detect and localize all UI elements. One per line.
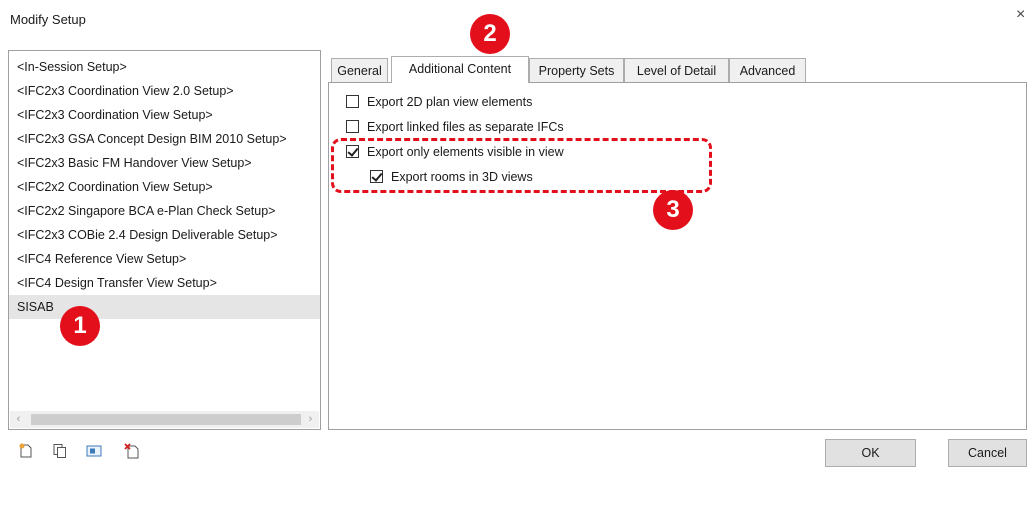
setup-list-item[interactable]: <IFC2x3 Coordination View 2.0 Setup> [9,79,320,103]
option-label: Export linked files as separate IFCs [367,120,564,134]
duplicate-setup-icon[interactable] [52,443,68,459]
delete-setup-icon[interactable] [124,443,140,459]
checkbox[interactable] [346,95,359,109]
ok-button[interactable]: OK [825,439,916,467]
setup-list-item[interactable]: <In-Session Setup> [9,55,320,79]
tab-additional-content[interactable]: Additional Content [391,56,529,83]
annotation-badge-2: 2 [470,14,510,54]
tab-level-of-detail[interactable]: Level of Detail [624,58,729,82]
close-icon[interactable]: × [1016,6,1027,24]
annotation-badge-1: 1 [60,306,100,346]
rename-setup-icon[interactable] [86,443,102,459]
setup-list-item[interactable]: <IFC2x2 Singapore BCA e-Plan Check Setup… [9,199,320,223]
scroll-left-arrow-icon[interactable]: ‹ [10,411,27,428]
tab-general[interactable]: General [331,58,388,82]
setup-list-item[interactable]: <IFC2x3 COBie 2.4 Design Deliverable Set… [9,223,320,247]
setup-list-item-selected[interactable]: SISAB [9,295,320,319]
setup-list-item[interactable]: <IFC2x3 Basic FM Handover View Setup> [9,151,320,175]
annotation-badge-3: 3 [653,190,693,230]
highlight-dashed-box [331,138,712,193]
cancel-button[interactable]: Cancel [948,439,1027,467]
setup-list[interactable]: <In-Session Setup> <IFC2x3 Coordination … [8,50,321,430]
horizontal-scrollbar[interactable]: ‹ › [10,411,319,428]
setup-list-item[interactable]: <IFC2x3 Coordination View Setup> [9,103,320,127]
checkbox[interactable] [346,120,359,134]
additional-content-panel: Export 2D plan view elements Export link… [328,82,1027,430]
setup-list-item[interactable]: <IFC2x3 GSA Concept Design BIM 2010 Setu… [9,127,320,151]
scroll-right-arrow-icon[interactable]: › [302,411,319,428]
option-export-2d-plan[interactable]: Export 2D plan view elements [346,93,532,111]
option-export-linked-files[interactable]: Export linked files as separate IFCs [346,118,564,136]
scroll-thumb[interactable] [31,414,301,425]
setup-list-item[interactable]: <IFC2x2 Coordination View Setup> [9,175,320,199]
dialog-title: Modify Setup [10,12,86,27]
tab-advanced[interactable]: Advanced [729,58,806,82]
new-setup-icon[interactable] [18,443,34,459]
option-label: Export 2D plan view elements [367,95,533,109]
setup-list-item[interactable]: <IFC4 Reference View Setup> [9,247,320,271]
tab-property-sets[interactable]: Property Sets [529,58,624,82]
setup-list-item[interactable]: <IFC4 Design Transfer View Setup> [9,271,320,295]
